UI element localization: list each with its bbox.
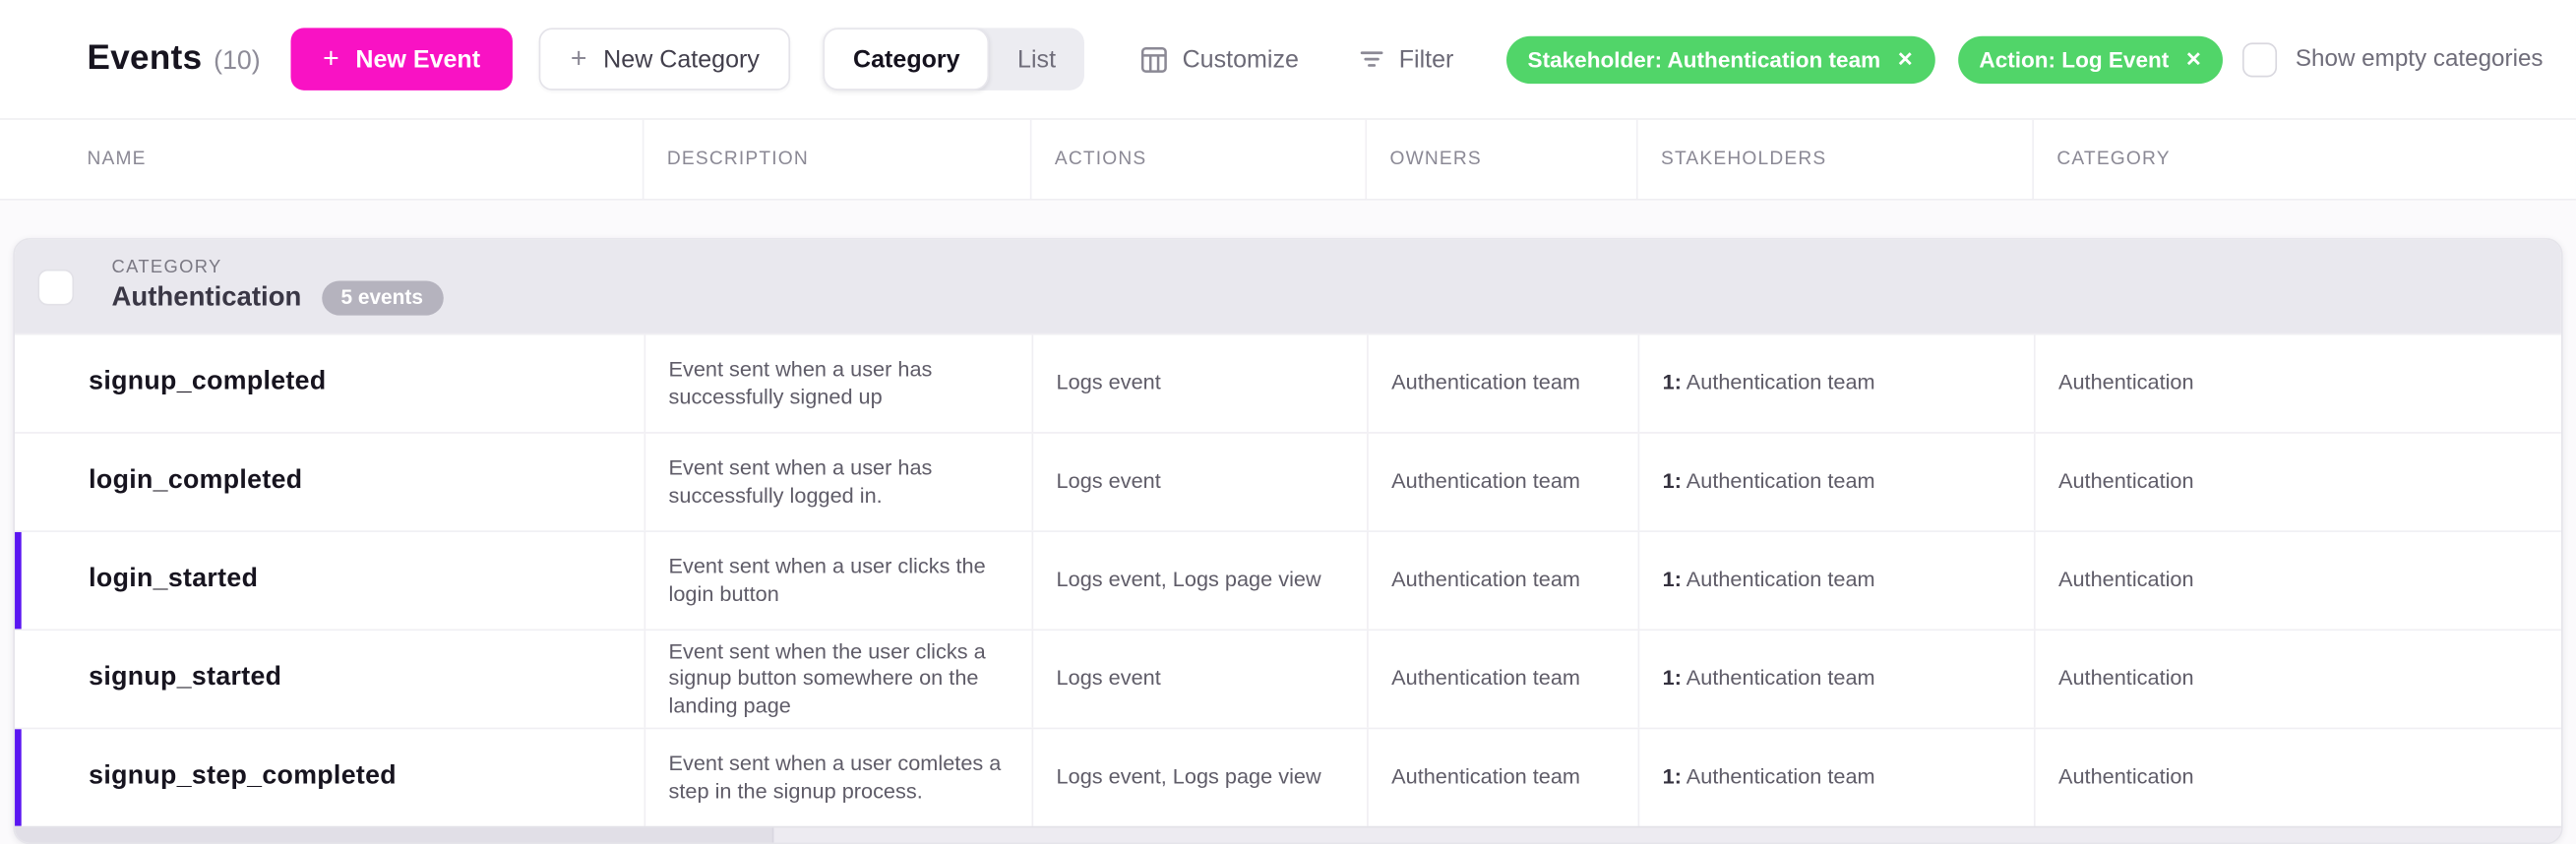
event-row[interactable]: login_completed Event sent when a user h… xyxy=(15,432,2561,530)
horizontal-scrollbar-track[interactable] xyxy=(15,826,2561,843)
event-description: Event sent when a user comletes a step i… xyxy=(645,729,1033,826)
category-group-header[interactable]: CATEGORY Authentication 5 events xyxy=(15,240,2561,333)
new-category-label: New Category xyxy=(603,45,760,73)
event-actions: Logs event, Logs page view xyxy=(1033,729,1369,826)
view-toggle: Category List xyxy=(824,28,1083,90)
event-name: signup_step_completed xyxy=(15,729,645,826)
event-actions: Logs event xyxy=(1033,631,1369,728)
event-description: Event sent when a user has successfully … xyxy=(645,335,1033,433)
category-group-text: CATEGORY Authentication 5 events xyxy=(112,258,443,315)
top-toolbar: Events (10) + New Event + New Category C… xyxy=(0,0,2576,120)
events-page: Events (10) + New Event + New Category C… xyxy=(0,0,2576,844)
event-category: Authentication xyxy=(2036,729,2561,826)
event-stakeholders: 1: Authentication team xyxy=(1639,434,2035,531)
event-name: signup_completed xyxy=(15,335,645,433)
event-category: Authentication xyxy=(2036,631,2561,728)
show-empty-categories-checkbox[interactable] xyxy=(2242,42,2277,77)
customize-label: Customize xyxy=(1183,45,1299,73)
events-count-badge: 5 events xyxy=(321,281,443,316)
event-actions: Logs event xyxy=(1033,335,1369,433)
event-stakeholders: 1: Authentication team xyxy=(1639,532,2035,630)
event-owners: Authentication team xyxy=(1369,335,1639,433)
filter-chip-stakeholder[interactable]: Stakeholder: Authentication team ✕ xyxy=(1506,35,1935,83)
event-stakeholders: 1: Authentication team xyxy=(1639,729,2035,826)
page-title-group: Events (10) xyxy=(87,39,260,79)
view-toggle-list[interactable]: List xyxy=(990,28,1084,90)
events-count: (10) xyxy=(214,47,261,77)
column-header-actions: ACTIONS xyxy=(1032,120,1368,199)
column-header-category: CATEGORY xyxy=(2034,120,2576,199)
plus-icon: + xyxy=(571,42,587,75)
event-description: Event sent when a user clicks the login … xyxy=(645,532,1033,630)
category-kicker: CATEGORY xyxy=(112,258,443,277)
plus-icon: + xyxy=(323,42,339,75)
event-name: login_started xyxy=(15,532,645,630)
event-name: login_completed xyxy=(15,434,645,531)
filter-chip-label: Stakeholder: Authentication team xyxy=(1528,47,1881,72)
show-empty-categories-label: Show empty categories xyxy=(2296,46,2544,73)
filter-label: Filter xyxy=(1399,45,1454,73)
new-event-label: New Event xyxy=(355,45,480,73)
category-card: CATEGORY Authentication 5 events signup_… xyxy=(13,238,2562,844)
category-name: Authentication xyxy=(112,282,302,314)
event-category: Authentication xyxy=(2036,335,2561,433)
page-title: Events xyxy=(87,39,202,79)
event-description: Event sent when the user clicks a signup… xyxy=(645,631,1033,728)
column-header-owners: OWNERS xyxy=(1367,120,1637,199)
show-empty-categories-control: Show empty categories xyxy=(2242,42,2543,77)
filter-chip-label: Action: Log Event xyxy=(1979,47,2169,72)
new-event-button[interactable]: + New Event xyxy=(290,28,514,90)
event-row[interactable]: signup_started Event sent when the user … xyxy=(15,629,2561,727)
column-header-name: NAME xyxy=(0,120,644,199)
category-checkbox[interactable] xyxy=(37,269,74,305)
filter-lines-icon xyxy=(1358,46,1384,73)
new-category-button[interactable]: + New Category xyxy=(539,28,790,90)
event-actions: Logs event xyxy=(1033,434,1369,531)
column-header-description: DESCRIPTION xyxy=(644,120,1031,199)
event-category: Authentication xyxy=(2036,434,2561,531)
event-owners: Authentication team xyxy=(1369,631,1639,728)
table-column-headers: NAME DESCRIPTION ACTIONS OWNERS STAKEHOL… xyxy=(0,120,2576,201)
event-row[interactable]: signup_completed Event sent when a user … xyxy=(15,333,2561,432)
event-stakeholders: 1: Authentication team xyxy=(1639,335,2035,433)
close-icon[interactable]: ✕ xyxy=(1897,47,1914,70)
event-actions: Logs event, Logs page view xyxy=(1033,532,1369,630)
column-header-stakeholders: STAKEHOLDERS xyxy=(1638,120,2034,199)
event-row[interactable]: signup_step_completed Event sent when a … xyxy=(15,728,2561,826)
event-name: signup_started xyxy=(15,631,645,728)
filter-button[interactable]: Filter xyxy=(1358,45,1453,73)
close-icon[interactable]: ✕ xyxy=(2185,47,2202,70)
event-owners: Authentication team xyxy=(1369,729,1639,826)
table-grid-icon xyxy=(1139,45,1167,73)
filter-chip-action[interactable]: Action: Log Event ✕ xyxy=(1958,35,2224,83)
event-stakeholders: 1: Authentication team xyxy=(1639,631,2035,728)
view-toggle-category[interactable]: Category xyxy=(824,28,990,90)
event-category: Authentication xyxy=(2036,532,2561,630)
horizontal-scrollbar-thumb[interactable] xyxy=(15,827,773,842)
event-row[interactable]: login_started Event sent when a user cli… xyxy=(15,530,2561,629)
customize-button[interactable]: Customize xyxy=(1139,45,1299,73)
event-owners: Authentication team xyxy=(1369,532,1639,630)
event-owners: Authentication team xyxy=(1369,434,1639,531)
event-description: Event sent when a user has successfully … xyxy=(645,434,1033,531)
